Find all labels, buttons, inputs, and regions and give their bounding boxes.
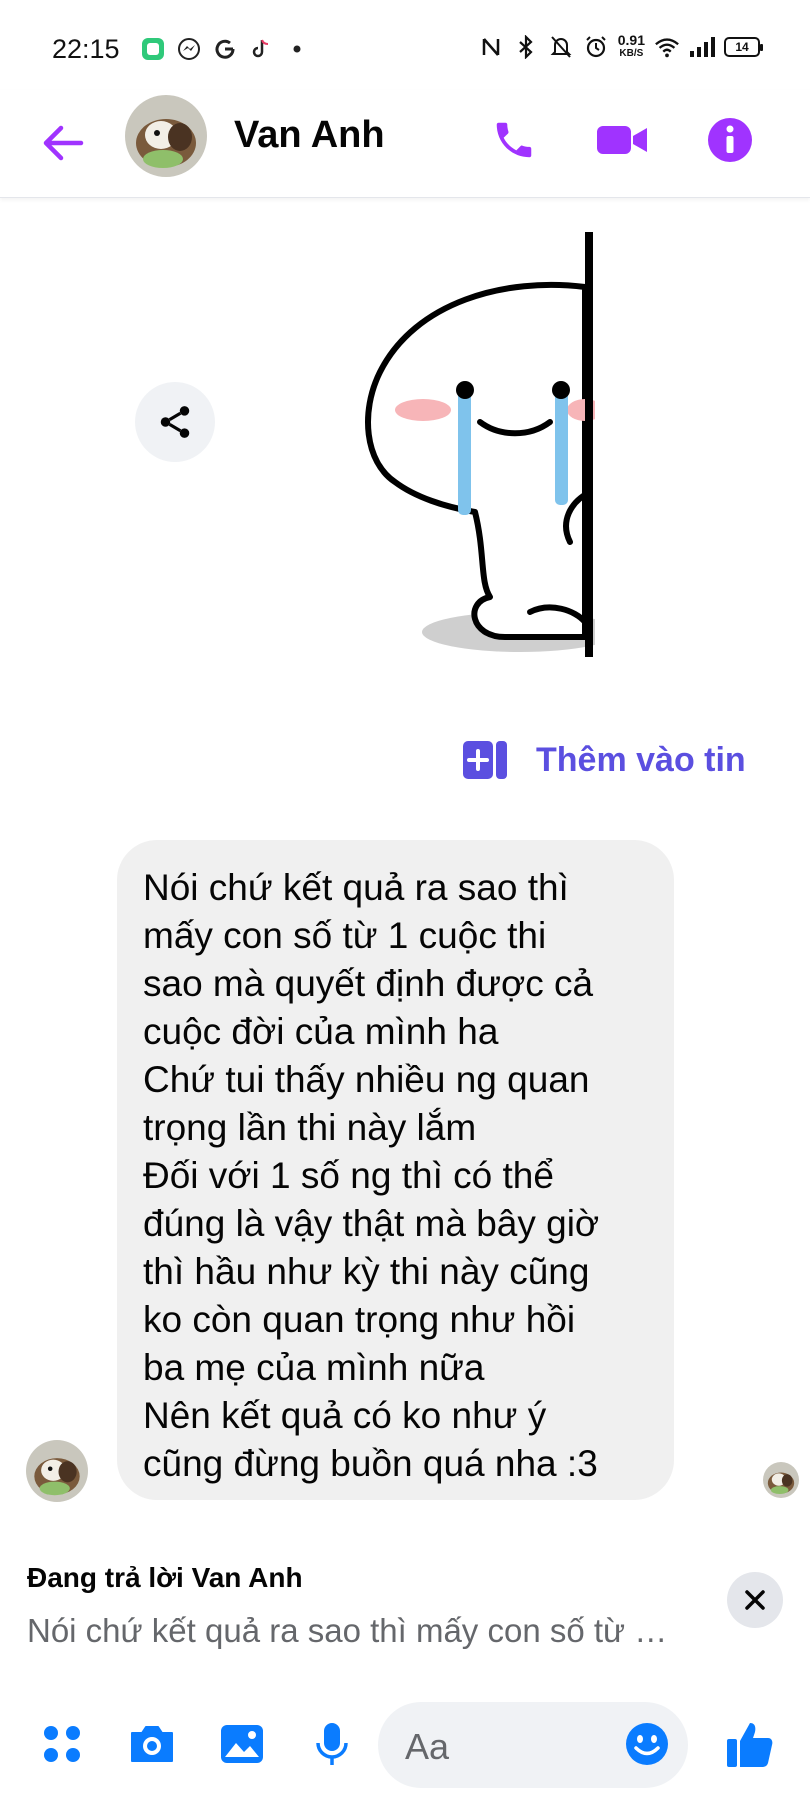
status-bar: 22:15 0.91 KB/S 14 (0, 0, 810, 90)
camera-icon (131, 1726, 173, 1762)
bluetooth-icon (513, 34, 539, 60)
app-notification-icon (140, 36, 166, 62)
messenger-notification-icon (176, 36, 202, 62)
four-dots-icon (44, 1726, 80, 1762)
message-line: thì hầu như kỳ thi này cũng (143, 1251, 590, 1292)
tiktok-notification-icon (248, 36, 274, 62)
add-to-story-button[interactable]: Thêm vào tin (462, 740, 746, 780)
voice-message-button[interactable] (302, 1714, 362, 1774)
contact-avatar[interactable] (125, 95, 207, 177)
message-line: Đối với 1 số ng thì có thể (143, 1155, 554, 1196)
message-line: sao mà quyết định được cả (143, 963, 594, 1004)
crying-sticker[interactable] (355, 232, 618, 662)
wifi-icon (654, 34, 680, 60)
guinea-pig-avatar-icon (125, 95, 207, 177)
message-line: đúng là vậy thật mà bây giờ (143, 1203, 600, 1244)
message-line: cũng đừng buồn quá nha :3 (143, 1443, 598, 1484)
message-line: Nên kết quả có ko như ý (143, 1395, 547, 1436)
contact-name[interactable]: Van Anh (234, 114, 385, 157)
add-to-story-icon (463, 741, 507, 779)
like-button[interactable] (720, 1714, 780, 1774)
conversation-header: Van Anh (0, 90, 810, 198)
more-actions-button[interactable] (32, 1714, 92, 1774)
close-icon (745, 1590, 765, 1610)
back-button[interactable] (38, 118, 88, 168)
video-call-button[interactable] (592, 110, 652, 170)
network-speed: 0.91 KB/S (617, 32, 645, 60)
reply-snippet: Nói chứ kết quả ra sao thì mấy con số từ… (27, 1612, 677, 1649)
thumbs-up-icon (727, 1723, 773, 1767)
image-icon (221, 1725, 263, 1763)
guinea-pig-avatar-icon (763, 1462, 799, 1498)
message-line: ba mẹ của mình nữa (143, 1347, 485, 1388)
share-icon (160, 406, 190, 438)
message-line: ko còn quan trọng như hồi (143, 1299, 576, 1340)
smiley-icon (626, 1723, 668, 1765)
battery-indicator: 14 (724, 37, 763, 57)
message-composer: Aa (0, 1690, 810, 1800)
message-bubble[interactable]: Nói chứ kết quả ra sao thì mấy con số từ… (117, 840, 674, 1500)
sender-avatar[interactable] (26, 1440, 88, 1502)
conversation-info-button[interactable] (700, 110, 760, 170)
more-notifications-icon (284, 36, 310, 62)
voice-call-button[interactable] (484, 110, 544, 170)
signal-icon (689, 34, 715, 60)
emoji-button[interactable] (617, 1714, 677, 1774)
message-line: cuộc đời của mình ha (143, 1011, 499, 1052)
gallery-button[interactable] (212, 1714, 272, 1774)
share-sticker-button[interactable] (135, 382, 215, 462)
info-icon (708, 118, 752, 162)
mute-bell-icon (548, 34, 574, 60)
add-to-story-label: Thêm vào tin (536, 740, 746, 779)
cancel-reply-button[interactable] (727, 1572, 783, 1628)
status-time: 22:15 (52, 34, 120, 64)
alarm-icon (583, 34, 609, 60)
back-arrow-icon (43, 125, 84, 161)
message-input-placeholder: Aa (405, 1726, 450, 1767)
crying-peeking-character-icon (365, 232, 618, 657)
video-camera-icon (597, 126, 647, 154)
message-line: trọng lần thi này lắm (143, 1107, 477, 1148)
guinea-pig-avatar-icon (26, 1440, 88, 1502)
nfc-icon (478, 34, 504, 60)
microphone-icon (316, 1723, 348, 1765)
google-notification-icon (212, 36, 238, 62)
camera-button[interactable] (122, 1714, 182, 1774)
network-speed-value: 0.91 (617, 32, 645, 48)
message-line: Nói chứ kết quả ra sao thì (143, 867, 569, 908)
message-line: Chứ tui thấy nhiều ng quan (143, 1059, 590, 1100)
network-speed-unit: KB/S (619, 48, 644, 59)
notification-icons (140, 36, 310, 62)
message-line: mấy con số từ 1 cuộc thi (143, 915, 547, 956)
system-status: 0.91 KB/S 14 (478, 32, 763, 60)
reply-title: Đang trả lời Van Anh (27, 1562, 303, 1593)
phone-icon (496, 122, 532, 158)
seen-indicator-avatar (763, 1462, 799, 1498)
